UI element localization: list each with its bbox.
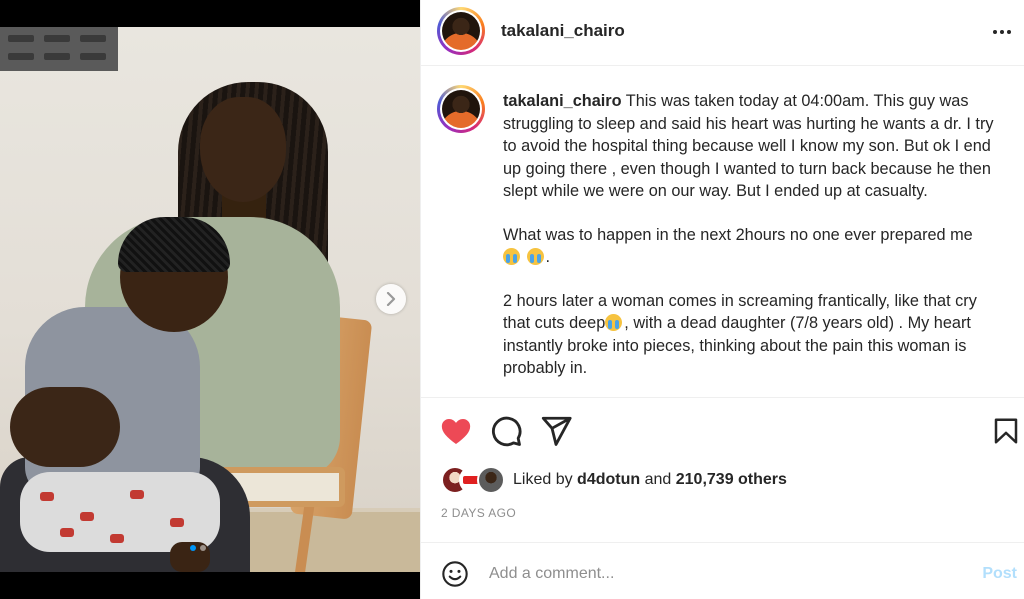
caption-paragraph-2: What was to happen in the next 2hours no… <box>503 225 973 244</box>
crying-face-icon <box>526 248 544 265</box>
liker-avatar <box>477 466 505 494</box>
liker-username[interactable]: d4dotun <box>577 471 640 488</box>
likes-summary: Liked by d4dotun and 210,739 others <box>441 466 787 494</box>
post-comment-button[interactable]: Post <box>982 565 1017 583</box>
post-sidebar: takalani_chairo takalani_chairo This was… <box>420 0 1024 599</box>
crying-face-icon <box>605 314 623 331</box>
caption-area: takalani_chairo This was taken today at … <box>421 67 1024 397</box>
comment-bar: Post <box>421 542 1024 599</box>
post-photo[interactable] <box>0 27 420 572</box>
post-timestamp[interactable]: 2 DAYS AGO <box>441 506 516 520</box>
save-button[interactable] <box>991 414 1021 448</box>
comment-input[interactable] <box>489 561 959 587</box>
comment-icon <box>492 416 522 447</box>
carousel-dot <box>200 545 206 551</box>
more-horizontal-icon <box>993 30 997 34</box>
more-options-button[interactable] <box>989 20 1015 44</box>
caption-avatar[interactable] <box>437 85 485 133</box>
like-button[interactable] <box>439 414 473 448</box>
comment-button[interactable] <box>489 414 523 448</box>
liker-avatars[interactable] <box>441 466 507 494</box>
action-bar <box>421 397 1024 463</box>
chevron-right-icon <box>386 292 396 306</box>
smiley-icon <box>442 561 468 587</box>
carousel-indicator <box>190 545 206 551</box>
post-media <box>0 0 420 599</box>
author-username[interactable]: takalani_chairo <box>501 21 625 41</box>
likes-count[interactable]: 210,739 others <box>676 471 787 488</box>
bookmark-icon <box>994 418 1018 444</box>
next-slide-button[interactable] <box>376 284 406 314</box>
post-header: takalani_chairo <box>421 0 1024 66</box>
carousel-dot-active <box>190 545 196 551</box>
emoji-picker-button[interactable] <box>441 560 469 588</box>
post-caption: takalani_chairo This was taken today at … <box>503 92 994 377</box>
author-avatar[interactable] <box>437 7 485 55</box>
share-button[interactable] <box>539 414 573 448</box>
caption-username[interactable]: takalani_chairo <box>503 92 622 110</box>
crying-face-icon <box>503 248 520 265</box>
send-icon <box>541 416 572 446</box>
heart-filled-icon <box>441 418 471 445</box>
likes-text: Liked by d4dotun and 210,739 others <box>513 471 787 488</box>
wall-panel <box>0 27 118 71</box>
